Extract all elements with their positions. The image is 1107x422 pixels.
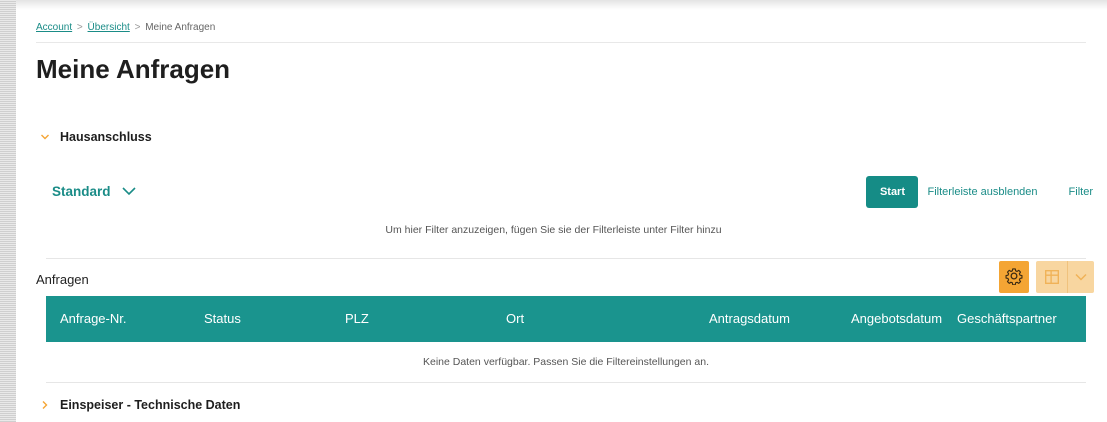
section-header-einspeiser[interactable]: Einspeiser - Technische Daten <box>40 398 240 412</box>
filter-hint: Um hier Filter anzuzeigen, fügen Sie sie… <box>385 224 722 236</box>
filterbar-toolbar: Start Filterleiste ausblenden Filter <box>866 176 1093 208</box>
variant-label: Standard <box>52 184 111 199</box>
filterbar-divider <box>46 258 1086 259</box>
table-empty-row: Keine Daten verfügbar. Passen Sie die Fi… <box>46 342 1086 383</box>
requests-table: Anfrage-Nr. Status PLZ Ort Antragsdatum … <box>46 296 1086 383</box>
chevron-right-icon <box>40 400 50 410</box>
spreadsheet-export-icon <box>1036 261 1067 293</box>
chevron-down-icon <box>40 132 50 142</box>
breadcrumb-separator: > <box>134 22 141 33</box>
breadcrumb-separator: > <box>76 22 83 33</box>
gear-icon <box>1005 267 1023 288</box>
column-header-angebotsdatum[interactable]: Angebotsdatum <box>851 311 942 326</box>
column-header-anfrage-nr[interactable]: Anfrage-Nr. <box>60 311 126 326</box>
column-header-antragsdatum[interactable]: Antragsdatum <box>709 311 790 326</box>
table-settings-button[interactable] <box>999 261 1029 293</box>
section-label: Hausanschluss <box>60 130 152 144</box>
export-button[interactable] <box>1036 261 1094 293</box>
page: Account > Übersicht > Meine Anfragen Mei… <box>0 0 1107 422</box>
section-header-hausanschluss[interactable]: Hausanschluss <box>40 130 152 144</box>
chevron-down-icon <box>121 184 137 199</box>
breadcrumb: Account > Übersicht > Meine Anfragen <box>36 22 215 33</box>
table-title: Anfragen <box>36 272 89 287</box>
column-header-plz[interactable]: PLZ <box>345 311 369 326</box>
column-header-geschaeftspartner[interactable]: Geschäftspartner <box>957 311 1057 326</box>
hide-filterbar-button[interactable]: Filterleiste ausblenden <box>927 186 1037 198</box>
page-title: Meine Anfragen <box>36 54 231 84</box>
table-header: Anfrage-Nr. Status PLZ Ort Antragsdatum … <box>46 296 1086 342</box>
variant-selector[interactable]: Standard <box>52 184 137 199</box>
breadcrumb-link-uebersicht[interactable]: Übersicht <box>88 22 130 33</box>
breadcrumb-current: Meine Anfragen <box>145 22 216 33</box>
section-label: Einspeiser - Technische Daten <box>60 398 241 412</box>
column-header-ort[interactable]: Ort <box>506 311 524 326</box>
breadcrumb-link-account[interactable]: Account <box>36 22 72 33</box>
filter-button[interactable]: Filter <box>1069 186 1093 198</box>
chevron-down-icon[interactable] <box>1068 261 1094 293</box>
breadcrumb-divider <box>36 42 1086 43</box>
table-empty-text: Keine Daten verfügbar. Passen Sie die Fi… <box>422 356 709 368</box>
start-button[interactable]: Start <box>866 176 919 208</box>
column-header-status[interactable]: Status <box>204 311 241 326</box>
